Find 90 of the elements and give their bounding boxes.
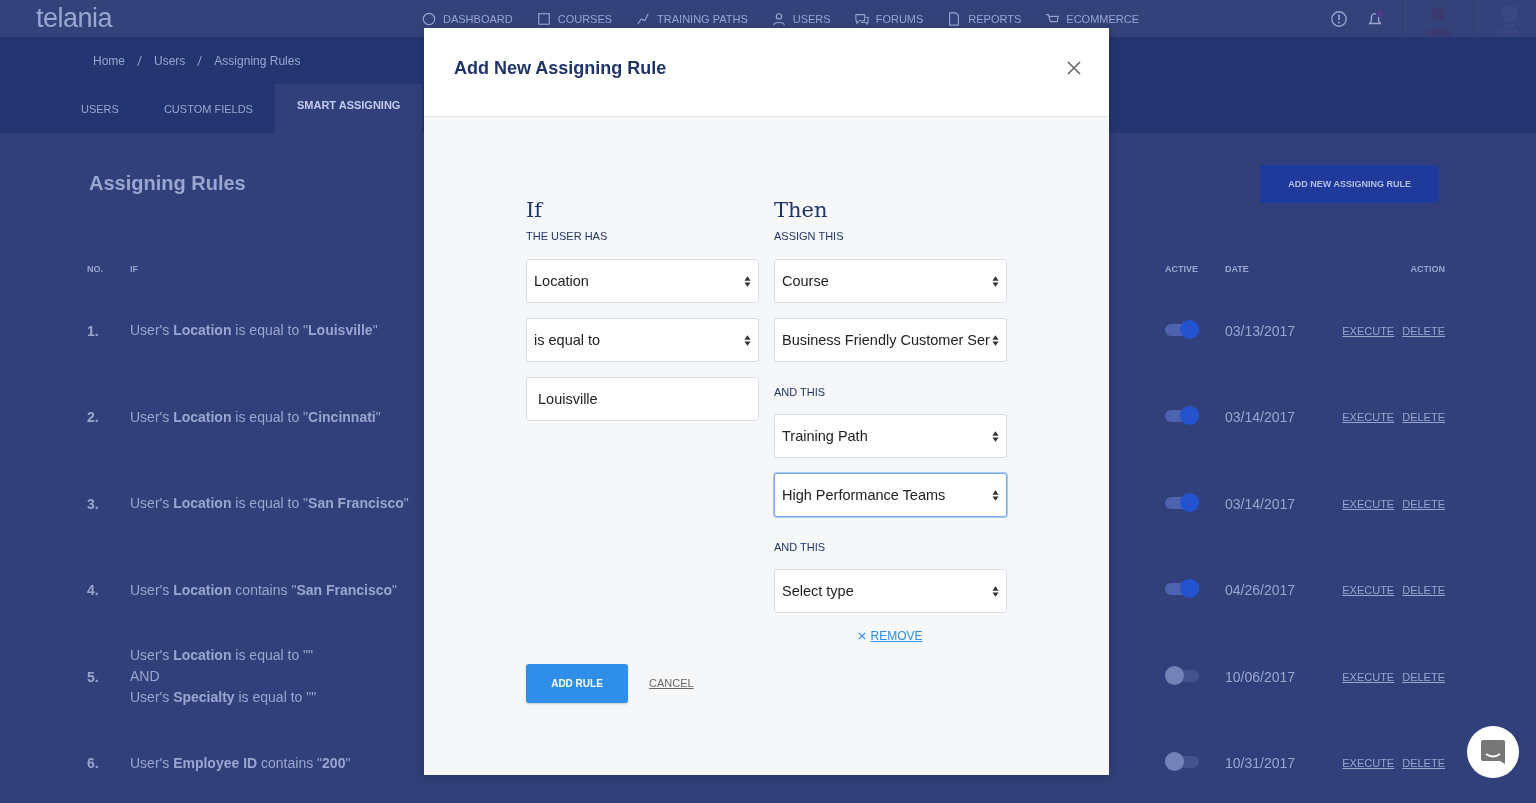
action-link[interactable]: EXECUTE [1342, 411, 1395, 424]
nav-link[interactable]: DASHBOARD [422, 11, 513, 26]
action-link[interactable]: DELETE [1402, 411, 1445, 424]
tab[interactable]: USERS [58, 84, 141, 133]
page-title: Assigning Rules [89, 172, 246, 195]
dropdown-select[interactable]: Course [774, 259, 1007, 303]
dropdown-select[interactable]: Select type [774, 569, 1007, 613]
dropdown-select[interactable]: Location [526, 259, 759, 303]
remove-link[interactable]: REMOVE [870, 629, 923, 643]
tab[interactable]: SMART ASSIGNING [274, 84, 423, 133]
breadcrumb-link[interactable]: Users [154, 53, 186, 68]
section-label: ASSIGN THIS [774, 230, 845, 242]
sort-arrows-icon [992, 584, 999, 598]
column-header: ACTIVE [1165, 264, 1199, 274]
add-rule-button[interactable]: ADD RULE [526, 664, 628, 703]
action-link[interactable]: DELETE [1402, 324, 1445, 337]
rule-condition: User's Location is equal to "Louisville" [129, 321, 379, 341]
rule-date: 04/26/2017 [1225, 582, 1297, 599]
chat-launcher-button[interactable] [1467, 726, 1519, 778]
section-label: AND THIS [774, 541, 827, 553]
action-link[interactable]: EXECUTE [1342, 497, 1395, 510]
section-label: THE USER HAS [526, 230, 609, 242]
nav-link[interactable]: COURSES [536, 11, 613, 26]
rule-date: 03/14/2017 [1225, 409, 1297, 426]
rule-date: 10/31/2017 [1225, 755, 1297, 772]
action-link[interactable]: EXECUTE [1342, 670, 1395, 683]
dropdown-select[interactable]: High Performance Teams [774, 473, 1007, 517]
row-number: 1. [87, 322, 100, 339]
action-link[interactable]: EXECUTE [1342, 324, 1395, 337]
logo-text[interactable]: telania [36, 3, 366, 34]
column-header: DATE [1225, 264, 1250, 274]
dropdown-select[interactable]: Business Friendly Customer Ser [774, 318, 1007, 362]
user-icon [771, 11, 786, 26]
action-link[interactable]: DELETE [1402, 584, 1445, 597]
column-header: ACTION [1409, 264, 1445, 274]
close-icon[interactable] [858, 632, 867, 640]
row-number: 5. [87, 668, 100, 685]
sort-arrows-icon [992, 333, 999, 347]
info-icon[interactable] [1330, 9, 1348, 28]
if-heading: If [526, 197, 545, 223]
rule-date: 03/13/2017 [1225, 322, 1297, 339]
sort-arrows-icon [992, 274, 999, 288]
sort-arrows-icon [744, 333, 751, 347]
active-toggle[interactable] [1165, 323, 1199, 336]
sort-arrows-icon [992, 429, 999, 443]
breadcrumb-link[interactable]: Assigning Rules [214, 53, 301, 68]
close-icon[interactable] [1067, 61, 1081, 75]
input-field[interactable]: Louisville [526, 377, 759, 421]
cancel-link[interactable]: CANCEL [649, 676, 694, 689]
column-header: NO. [87, 264, 104, 274]
nav-link[interactable]: USERS [771, 11, 831, 26]
rule-date: 10/06/2017 [1225, 668, 1297, 685]
rule-date: 03/14/2017 [1225, 495, 1297, 512]
active-toggle[interactable] [1165, 669, 1199, 682]
then-heading: Then [774, 197, 829, 223]
nav-link[interactable]: TRAINING PATHS [636, 11, 748, 26]
nav-link[interactable]: REPORTS [947, 11, 1022, 26]
row-number: 2. [87, 409, 100, 426]
rule-condition: User's Location contains "San Francisco" [129, 580, 399, 600]
sort-arrows-icon [992, 488, 999, 502]
book-icon [536, 11, 551, 26]
section-label: AND THIS [774, 386, 827, 398]
breadcrumb-link[interactable]: Home [93, 53, 125, 68]
rule-condition: User's Location is equal to "Cincinnati" [129, 407, 382, 427]
dropdown-select[interactable]: is equal to [526, 318, 759, 362]
dialog-title: Add New Assigning Rule [454, 57, 667, 80]
rule-condition: User's Location is equal to "San Francisco" [129, 494, 410, 514]
action-link[interactable]: DELETE [1402, 670, 1445, 683]
action-link[interactable]: EXECUTE [1342, 757, 1395, 770]
tab[interactable]: CUSTOM FIELDS [140, 84, 275, 133]
column-header: IF [129, 264, 139, 274]
nav-link[interactable]: ECOMMERCE [1045, 11, 1140, 26]
document-icon [947, 11, 962, 26]
row-number: 6. [87, 755, 100, 772]
action-link[interactable]: DELETE [1402, 757, 1445, 770]
sort-arrows-icon [744, 274, 751, 288]
active-toggle[interactable] [1165, 496, 1199, 509]
action-link[interactable]: EXECUTE [1342, 584, 1395, 597]
add-rule-button[interactable]: ADD NEW ASSIGNING RULE [1260, 164, 1439, 203]
action-link[interactable]: DELETE [1402, 497, 1445, 510]
dropdown-select[interactable]: Training Path [774, 414, 1007, 458]
chat-bubble-icon [1480, 739, 1506, 765]
rule-condition: User's Employee ID contains "200" [129, 753, 352, 773]
row-number: 3. [87, 495, 100, 512]
rule-condition: User's Location is equal to "" AND User's Specialty is equal to "" [129, 646, 318, 708]
row-number: 4. [87, 582, 100, 599]
nav-link[interactable]: FORUMS [854, 11, 924, 26]
gauge-icon [422, 11, 436, 26]
chat-icon [854, 11, 869, 26]
line-chart-icon [636, 11, 651, 26]
